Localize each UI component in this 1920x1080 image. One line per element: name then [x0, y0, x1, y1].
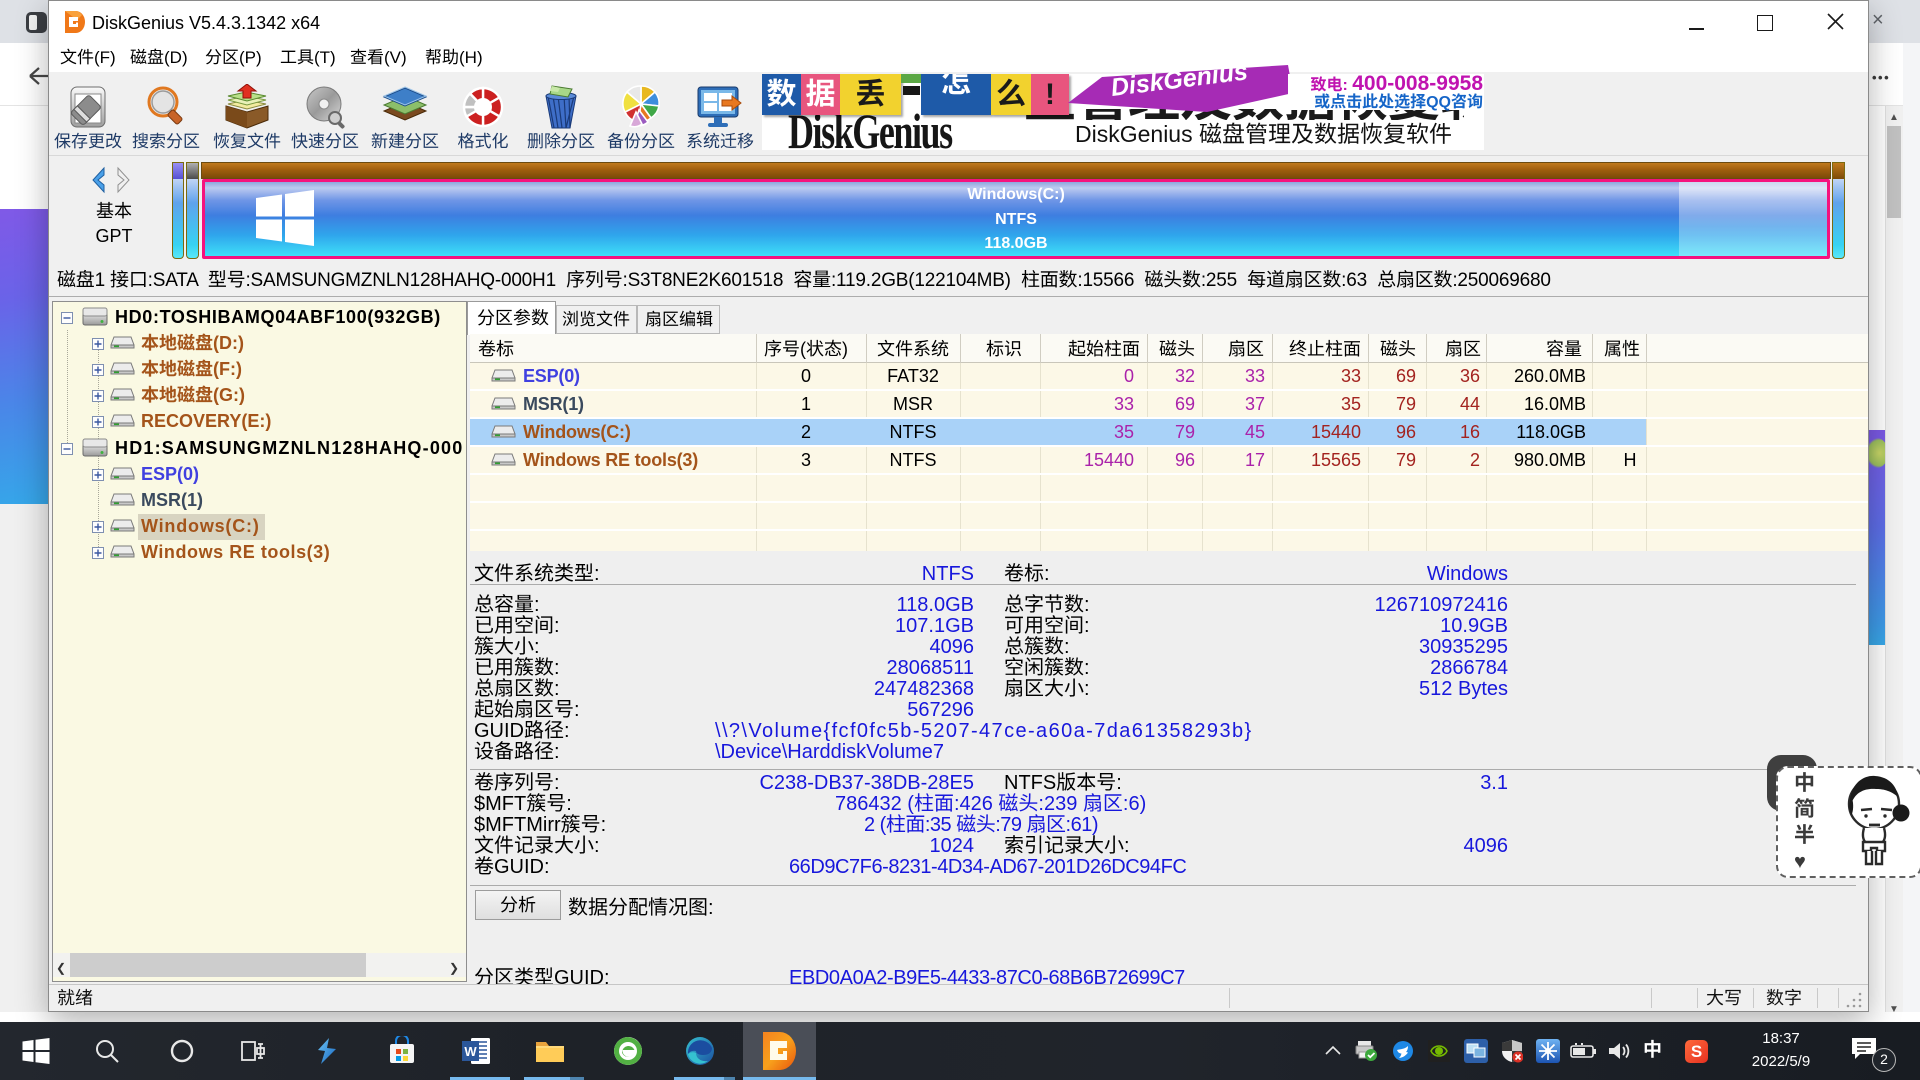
- svg-text:W: W: [464, 1044, 477, 1059]
